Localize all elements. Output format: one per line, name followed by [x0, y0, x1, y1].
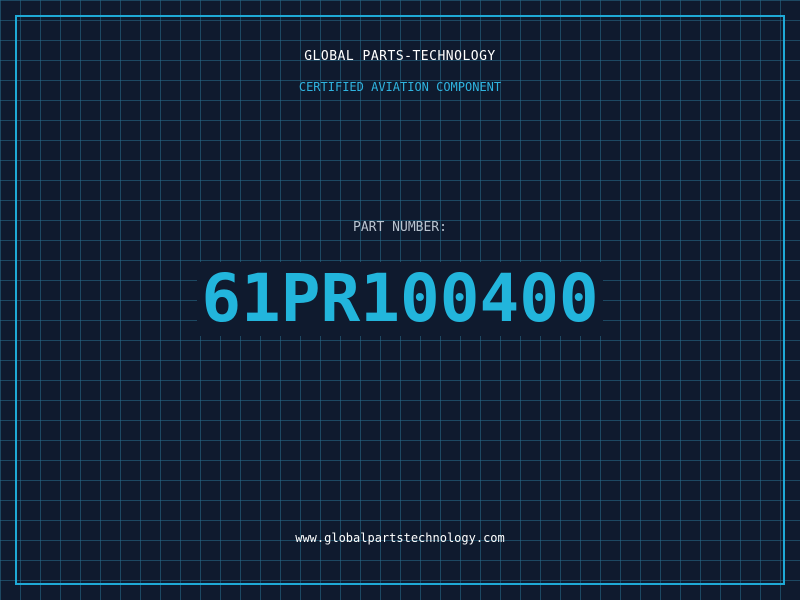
part-number-label: PART NUMBER:: [353, 220, 447, 235]
part-number-container: 61PR100400: [0, 262, 800, 336]
website-url: www.globalpartstechnology.com: [295, 531, 505, 545]
part-number-value: 61PR100400: [197, 262, 603, 336]
certification-subtitle: CERTIFIED AVIATION COMPONENT: [298, 80, 502, 94]
part-label-card: GLOBAL PARTS-TECHNOLOGY CERTIFIED AVIATI…: [0, 0, 800, 600]
company-name: GLOBAL PARTS-TECHNOLOGY: [304, 49, 496, 64]
